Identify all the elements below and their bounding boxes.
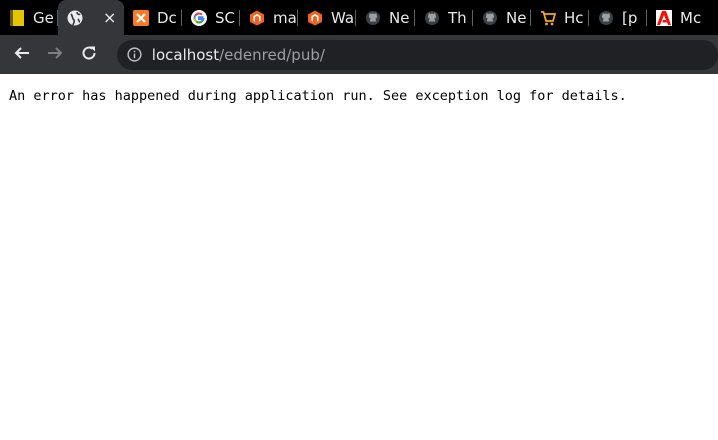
tab-0[interactable]: Ge [0,0,58,35]
address-bar[interactable]: localhost/edenred/pub/ [116,39,718,70]
xampp-icon [133,9,149,26]
error-message: An error has happened during application… [9,88,627,104]
tab-strip: Ge × Dc SC ma Wa Ne Th Ne Hc [p Mc [0,0,718,35]
github-icon [482,10,498,26]
tab-title: ma [273,8,297,27]
back-button[interactable] [8,41,36,69]
tab-active[interactable]: × [58,0,124,35]
tab-11[interactable]: Mc [647,0,712,35]
github-icon [424,10,440,26]
tab-title: [p [622,8,638,27]
tab-9[interactable]: Hc [531,0,589,35]
tab-title: Ge [33,8,54,27]
adobe-icon [656,9,672,26]
tab-10[interactable]: [p [589,0,647,35]
page-content: An error has happened during application… [0,74,718,118]
cart-icon [540,10,556,26]
tab-title: Hc [564,8,584,27]
arrow-right-icon [47,45,63,65]
tab-title: Mc [680,8,702,27]
github-icon [365,10,381,26]
reload-button[interactable] [75,41,103,69]
tab-title: SC [215,8,235,27]
tab-3[interactable]: SC [182,0,240,35]
yellow-doc-icon [9,9,25,26]
tab-5[interactable]: Wa [298,0,356,35]
tab-title: Th [448,8,467,27]
url-text[interactable]: localhost/edenred/pub/ [152,46,325,64]
url-host: localhost [151,45,220,64]
magento-icon [249,10,265,26]
url-path: /edenred/pub/ [219,45,325,64]
tab-title: Wa [331,8,355,27]
github-icon [598,10,614,26]
magento-icon [307,10,323,26]
tab-8[interactable]: Ne [473,0,531,35]
close-icon[interactable]: × [103,8,116,27]
reload-icon [81,45,97,65]
browser-chrome: Ge × Dc SC ma Wa Ne Th Ne Hc [p Mc local… [0,0,718,74]
arrow-left-icon [14,45,30,65]
tab-title: Ne [506,8,527,27]
toolbar: localhost/edenred/pub/ [0,35,718,74]
info-icon[interactable] [127,47,143,63]
tab-6[interactable]: Ne [356,0,415,35]
forward-button[interactable] [42,41,70,69]
tab-4[interactable]: ma [240,0,298,35]
tab-2[interactable]: Dc [124,0,182,35]
tab-title: Ne [389,8,410,27]
tab-7[interactable]: Th [415,0,473,35]
google-icon [191,9,207,26]
globe-icon [67,10,83,26]
tab-title: Dc [157,8,177,27]
